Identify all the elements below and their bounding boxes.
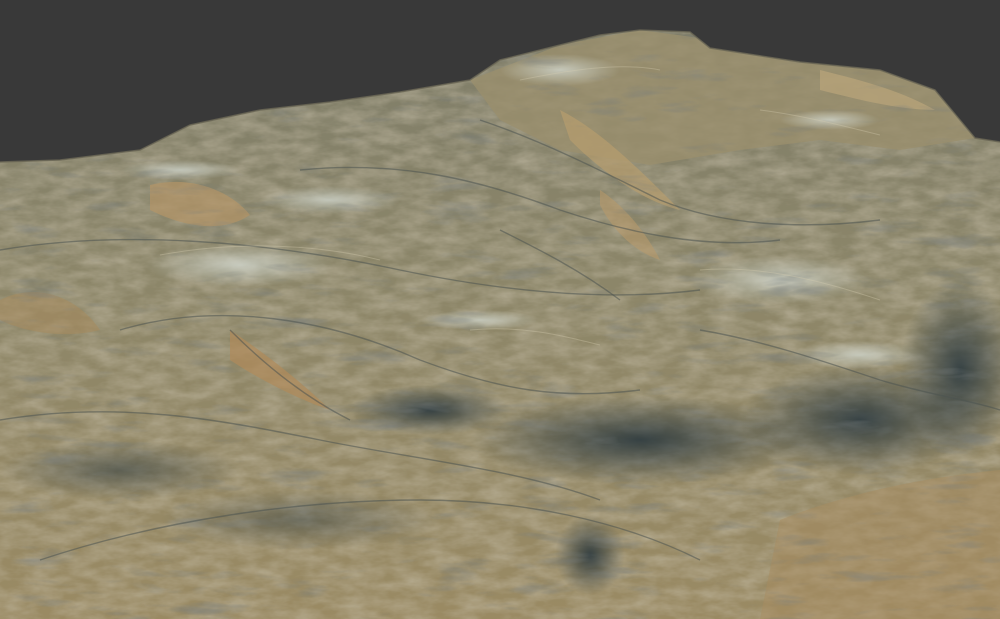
3d-viewport[interactable] — [0, 0, 1000, 619]
terrain-render — [0, 29, 1000, 619]
